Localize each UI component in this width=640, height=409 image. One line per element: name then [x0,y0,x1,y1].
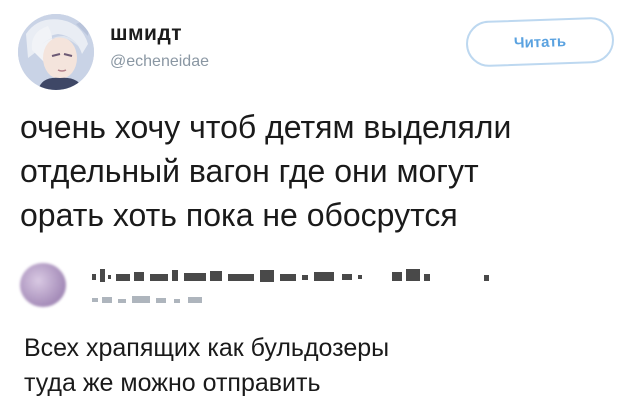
tweet-text-line: очень хочу чтоб детям выделяли [20,109,512,145]
reply-text: Всех храпящих как бульдозеры туда же мож… [24,331,624,401]
avatar-image [18,14,94,90]
redacted-reply-author-handle [92,296,202,303]
author-avatar[interactable] [18,14,94,90]
reply-text-line: Всех храпящих как бульдозеры [24,334,390,362]
reply-author-avatar-redacted [20,263,66,307]
tweet-text-line: отдельный вагон где они могут [20,153,479,189]
reply-text-line: туда же можно отправить [24,369,321,397]
author-handle[interactable]: @echeneidae [110,53,209,71]
redacted-reply-author-name [92,269,489,282]
tweet-text-line: орать хоть пока не обосрутся [20,197,458,233]
tweet-card: шмидт @echeneidae Читать очень хочу чтоб… [0,0,640,409]
author-display-name[interactable]: шмидт [110,22,182,46]
tweet-text: очень хочу чтоб детям выделяли отдельный… [20,105,630,237]
follow-button[interactable]: Читать [465,16,615,68]
